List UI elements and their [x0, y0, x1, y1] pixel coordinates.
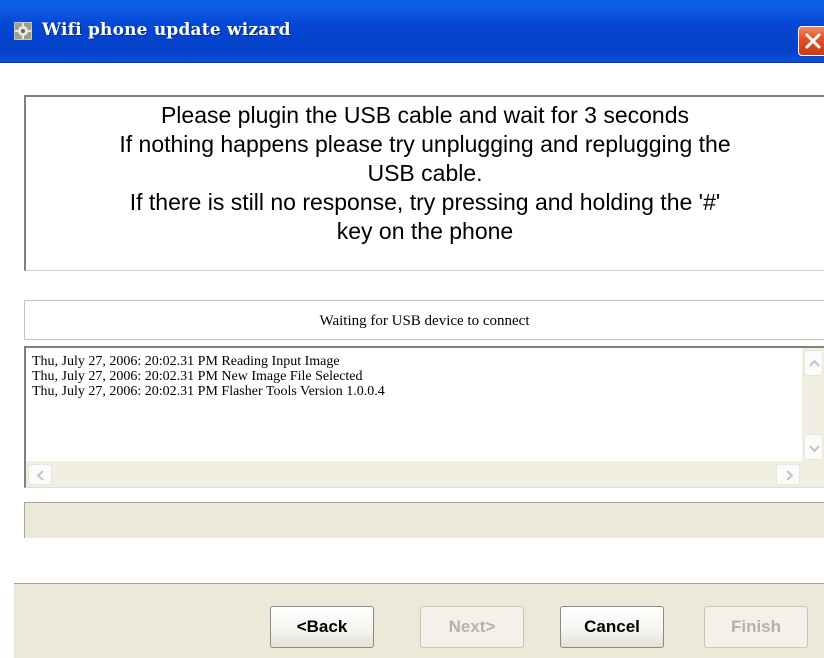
chevron-left-icon — [36, 470, 44, 481]
scroll-right-button[interactable] — [776, 464, 800, 485]
log-entry: Thu, July 27, 2006: 20:02.31 PM Flasher … — [32, 384, 385, 399]
window-title: Wifi phone update wizard — [42, 20, 291, 40]
scroll-down-button[interactable] — [804, 434, 823, 460]
title-bar[interactable]: Wifi phone update wizard — [0, 0, 824, 63]
finish-button[interactable]: Finish — [704, 606, 808, 648]
instruction-line: key on the phone — [336, 218, 514, 244]
vertical-scrollbar[interactable] — [802, 348, 824, 462]
button-bar: <Back Next> Cancel Finish — [14, 583, 824, 658]
log-list: Thu, July 27, 2006: 20:02.31 PM Reading … — [32, 354, 792, 399]
instruction-line: If there is still no response, try press… — [129, 189, 721, 215]
status-box: Waiting for USB device to connect — [24, 300, 824, 340]
chevron-down-icon — [809, 445, 820, 453]
instruction-line: Please plugin the USB cable and wait for… — [160, 102, 690, 128]
progress-bar — [24, 502, 824, 538]
log-textarea[interactable]: Thu, July 27, 2006: 20:02.31 PM Reading … — [24, 346, 824, 488]
cancel-button[interactable]: Cancel — [560, 606, 664, 648]
instruction-line: USB cable. — [367, 160, 483, 186]
chevron-right-icon — [786, 470, 794, 481]
horizontal-scrollbar[interactable] — [26, 461, 802, 487]
close-icon — [805, 33, 821, 49]
back-button[interactable]: <Back — [270, 606, 374, 648]
close-button[interactable] — [798, 26, 824, 56]
scroll-up-button[interactable] — [804, 350, 823, 376]
wizard-window: Wifi phone update wizard Please plugin t… — [0, 0, 824, 658]
log-entry: Thu, July 27, 2006: 20:02.31 PM New Imag… — [32, 369, 363, 384]
next-button[interactable]: Next> — [420, 606, 524, 648]
status-text: Waiting for USB device to connect — [319, 313, 530, 329]
chevron-up-icon — [809, 359, 820, 367]
gear-app-icon — [14, 22, 32, 40]
scroll-corner — [802, 461, 824, 487]
instruction-panel: Please plugin the USB cable and wait for… — [24, 95, 824, 271]
scroll-left-button[interactable] — [28, 464, 52, 485]
instruction-line: If nothing happens please try unplugging… — [119, 131, 731, 157]
log-entry: Thu, July 27, 2006: 20:02.31 PM Reading … — [32, 354, 340, 369]
